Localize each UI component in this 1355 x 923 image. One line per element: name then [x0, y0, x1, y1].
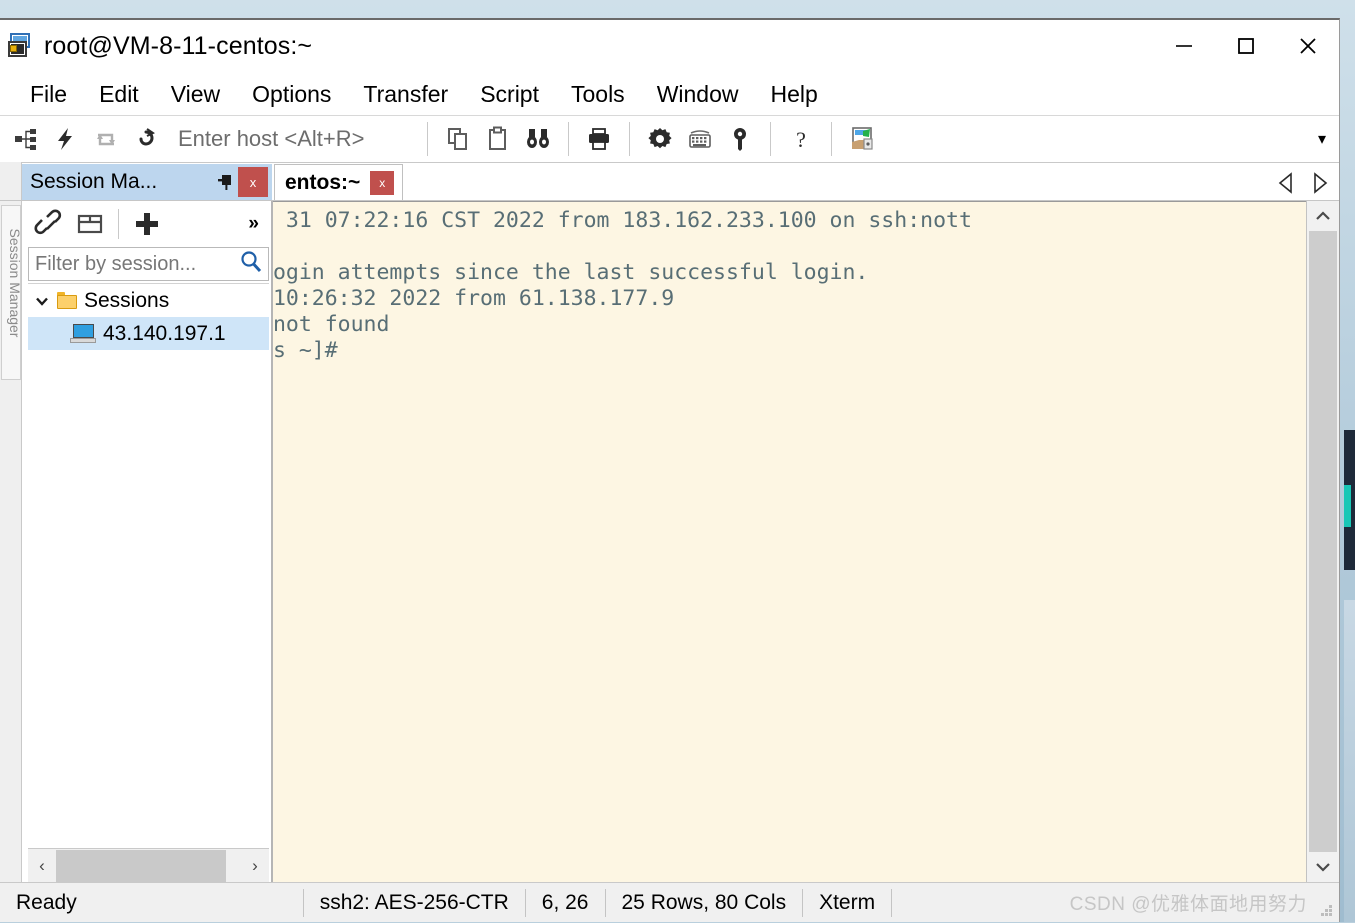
terminal-scroll-up-arrow[interactable] [1307, 201, 1339, 231]
terminal-tab[interactable]: entos:~ x [274, 164, 403, 200]
close-button[interactable] [1277, 20, 1339, 72]
session-options-icon[interactable] [640, 119, 680, 159]
main-body: Session Manager [0, 201, 1339, 882]
print-icon[interactable] [579, 119, 619, 159]
toolbar-divider-3 [629, 122, 630, 156]
auto-hide-pin-icon[interactable] [212, 169, 238, 195]
toolbar-divider-4 [770, 122, 771, 156]
copy-icon[interactable] [438, 119, 478, 159]
session-manager-caption-text: Session Ma... [30, 170, 212, 194]
session-manager-rail[interactable]: Session Manager [0, 201, 22, 882]
menu-item-file[interactable]: File [14, 72, 83, 116]
session-manager-rail-label: Session Manager [7, 201, 22, 368]
session-panel-divider [118, 209, 119, 239]
status-ready: Ready [0, 883, 93, 923]
tab-strip-left-rail [0, 162, 22, 200]
csdn-watermark: CSDN @优雅体面地用努力 [1070, 889, 1319, 916]
disconnect-icon[interactable] [126, 119, 166, 159]
minimize-button[interactable] [1153, 20, 1215, 72]
status-bar: Ready ssh2: AES-256-CTR 6, 26 25 Rows, 8… [0, 882, 1339, 922]
host-input[interactable]: Enter host <Alt+R> [178, 126, 365, 152]
toolbar-divider-2 [568, 122, 569, 156]
key-icon[interactable] [720, 119, 760, 159]
terminal-vscrollbar[interactable] [1306, 201, 1339, 882]
menu-item-help[interactable]: Help [755, 72, 834, 116]
session-manager-toggle-icon[interactable] [842, 119, 882, 159]
session-panel-hscrollbar[interactable]: ‹ › [28, 848, 269, 882]
terminal-scroll-down-arrow[interactable] [1307, 852, 1339, 882]
toolbar-overflow-button[interactable]: ▾ [1305, 129, 1339, 149]
session-tree[interactable]: Sessions 43.140.197.1 [28, 283, 269, 848]
quick-connect-icon[interactable] [46, 119, 86, 159]
new-window-icon[interactable] [70, 204, 110, 244]
terminal-scroll-track[interactable] [1309, 231, 1337, 852]
help-icon[interactable]: ? [781, 119, 821, 159]
tree-label-sessions: Sessions [84, 289, 169, 313]
folder-icon [57, 292, 77, 309]
terminal-tab-label: entos:~ [285, 171, 360, 195]
tab-nav-next-icon[interactable] [1309, 171, 1329, 200]
keymap-editor-icon[interactable] [680, 119, 720, 159]
session-manager-caption[interactable]: Session Ma... x [22, 164, 272, 200]
tab-nav-prev-icon[interactable] [1277, 171, 1297, 200]
toolbar-divider-1 [427, 122, 428, 156]
terminal-output: Last login: Mon Oct 31 07:22:16 CST 2022… [273, 208, 1306, 364]
maximize-button[interactable] [1215, 20, 1277, 72]
tree-row-session-item[interactable]: 43.140.197.1 [28, 317, 269, 350]
status-screen-size: 25 Rows, 80 Cols [606, 883, 803, 923]
tab-strip: Session Ma... x entos:~ x [0, 163, 1339, 201]
chevron-down-icon[interactable] [34, 293, 50, 309]
terminal-area: Last login: Mon Oct 31 07:22:16 CST 2022… [272, 201, 1339, 882]
desktop-lower-sliver [1344, 600, 1355, 922]
securecrt-app-icon [8, 33, 34, 59]
status-divider-5 [891, 889, 892, 917]
status-protocol: ssh2: AES-256-CTR [304, 883, 525, 923]
hscroll-left-arrow[interactable]: ‹ [28, 850, 56, 882]
add-session-icon[interactable] [127, 204, 167, 244]
terminal-tab-close-button[interactable]: x [370, 171, 394, 195]
connect-icon[interactable] [6, 119, 46, 159]
search-icon[interactable] [238, 249, 264, 280]
menu-item-options[interactable]: Options [236, 72, 347, 116]
toolbar-divider-5 [831, 122, 832, 156]
resize-grip[interactable] [1319, 895, 1335, 911]
menu-item-transfer[interactable]: Transfer [347, 72, 464, 116]
menu-item-script[interactable]: Script [464, 72, 555, 116]
status-emulation: Xterm [803, 883, 891, 923]
hscroll-thumb[interactable] [56, 850, 226, 882]
svg-text:?: ? [796, 127, 806, 152]
hscroll-track[interactable] [56, 850, 241, 882]
window-title: root@VM-8-11-centos:~ [44, 32, 312, 61]
terminal-screen[interactable]: Last login: Mon Oct 31 07:22:16 CST 2022… [273, 201, 1306, 882]
tree-label-session-host: 43.140.197.1 [103, 322, 226, 346]
securecrt-window: root@VM-8-11-centos:~ File Edit View Opt… [0, 18, 1340, 922]
paste-icon[interactable] [478, 119, 518, 159]
menu-item-view[interactable]: View [155, 72, 236, 116]
tree-row-sessions-folder[interactable]: Sessions [28, 284, 269, 317]
session-manager-close-button[interactable]: x [238, 167, 268, 197]
desktop-accent-sliver [1344, 485, 1351, 527]
session-manager-panel: » Filter by session... [22, 201, 272, 882]
session-panel-more-button[interactable]: » [248, 213, 265, 235]
reconnect-icon[interactable] [86, 119, 126, 159]
title-bar: root@VM-8-11-centos:~ [0, 20, 1339, 72]
menu-bar: File Edit View Options Transfer Script T… [0, 72, 1339, 116]
status-cursor-position: 6, 26 [526, 883, 605, 923]
menu-item-tools[interactable]: Tools [555, 72, 641, 116]
session-computer-icon [70, 324, 96, 343]
session-filter-input[interactable]: Filter by session... [28, 247, 269, 281]
session-filter-placeholder: Filter by session... [35, 253, 238, 276]
session-panel-toolbar: » [22, 201, 271, 247]
find-icon[interactable] [518, 119, 558, 159]
menu-item-edit[interactable]: Edit [83, 72, 155, 116]
menu-item-window[interactable]: Window [641, 72, 755, 116]
main-toolbar: Enter host <Alt+R> [0, 116, 1339, 163]
new-session-link-icon[interactable] [28, 204, 68, 244]
hscroll-right-arrow[interactable]: › [241, 850, 269, 882]
tab-nav-group [1277, 171, 1339, 200]
